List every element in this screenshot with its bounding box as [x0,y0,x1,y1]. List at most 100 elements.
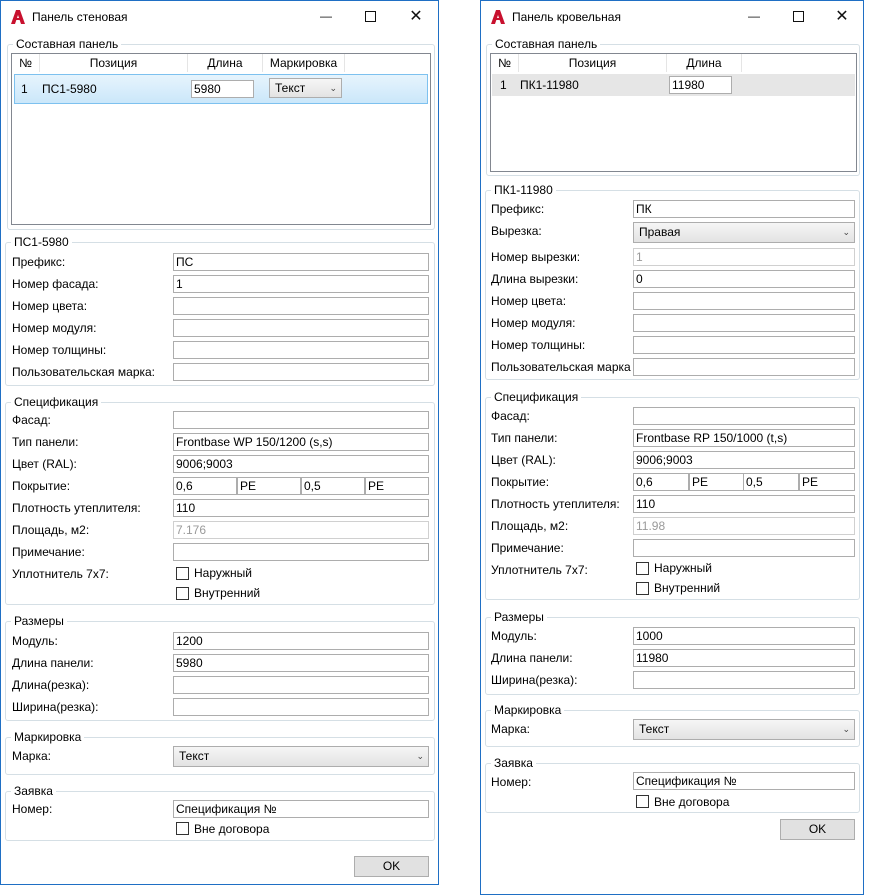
prefix-input[interactable]: ПС [173,253,429,271]
mark-label: Марка: [12,749,51,763]
cut-length-input[interactable] [173,676,429,694]
coating-type-2[interactable]: PE [799,473,855,491]
user-mark-input[interactable] [633,358,855,376]
close-icon[interactable]: ✕ [404,5,428,27]
seal-inner-label[interactable]: Внутренний [194,585,260,601]
panel-type-label: Тип панели: [491,431,558,445]
note-input[interactable] [633,539,855,557]
col-header-length[interactable]: Длина [667,54,742,72]
title-bar[interactable]: Панель кровельная — ✕ [481,1,863,32]
order-num-input[interactable]: Спецификация № [633,772,855,790]
seal-outer-checkbox[interactable] [176,567,189,580]
area-label: Площадь, м2: [491,519,569,533]
ral-color-input[interactable]: 9006;9003 [173,455,429,473]
ok-button[interactable]: OK [780,819,855,840]
outside-contract-label[interactable]: Вне договора [654,794,729,810]
coating-label: Покрытие: [491,475,550,489]
title-bar[interactable]: Панель стеновая — ✕ [1,1,438,32]
table-row[interactable]: 1 ПК1-11980 11980 [492,74,855,96]
wall-panel-window: Панель стеновая — ✕ Составная панель № П… [0,0,439,885]
maximize-icon[interactable] [358,5,382,27]
outside-contract-checkbox[interactable] [636,795,649,808]
coating-thickness-2[interactable]: 0,5 [743,473,799,491]
note-input[interactable] [173,543,429,561]
coating-type-1[interactable]: PE [689,473,745,491]
outside-contract-label[interactable]: Вне договора [194,821,269,837]
chevron-down-icon: ⌄ [416,751,424,761]
density-input[interactable]: 110 [173,499,429,517]
coating-type-2[interactable]: PE [365,477,429,495]
module-input[interactable]: 1200 [173,632,429,650]
order-num-input[interactable]: Спецификация № [173,800,429,818]
col-header-marking[interactable]: Маркировка [263,54,345,72]
col-header-num[interactable]: № [491,54,519,72]
module-num-input[interactable] [173,319,429,337]
coating-type-1[interactable]: PE [237,477,301,495]
outside-contract-checkbox[interactable] [176,822,189,835]
minimize-icon[interactable]: — [314,5,338,27]
table-row[interactable]: 1 ПС1-5980 5980 Текст ⌄ [14,74,428,104]
cut-width-input[interactable] [173,698,429,716]
mark-select[interactable]: Текст ⌄ [173,746,429,767]
seal-outer-label[interactable]: Наружный [654,560,712,576]
chevron-down-icon: ⌄ [329,83,337,93]
panel-length-label: Длина панели: [12,656,94,670]
thickness-num-label: Номер толщины: [491,338,586,352]
density-input[interactable]: 110 [633,495,855,513]
prefix-input[interactable]: ПК [633,200,855,218]
composite-grid[interactable]: № Позиция Длина 1 ПК1-11980 11980 [490,53,857,172]
area-label: Площадь, м2: [12,523,90,537]
cutout-num-label: Номер вырезки: [491,250,581,264]
composite-grid[interactable]: № Позиция Длина Маркировка 1 ПС1-5980 59… [11,53,431,225]
ral-color-label: Цвет (RAL): [491,453,556,467]
module-label: Модуль: [12,634,58,648]
facade-num-label: Номер фасада: [12,277,99,291]
minimize-icon[interactable]: — [742,5,766,27]
group-title: Спецификация [11,394,102,410]
facade-input[interactable] [173,411,429,429]
facade-input[interactable] [633,407,855,425]
row-length-input[interactable]: 11980 [669,76,732,94]
col-header-position[interactable]: Позиция [519,54,667,72]
panel-length-input[interactable]: 11980 [633,649,855,667]
autocad-icon [491,10,505,24]
mark-select[interactable]: Текст ⌄ [633,719,855,740]
module-num-label: Номер модуля: [12,321,97,335]
maximize-icon[interactable] [786,5,810,27]
coating-thickness-2[interactable]: 0,5 [301,477,365,495]
cutout-select[interactable]: Правая ⌄ [633,222,855,243]
seal-inner-checkbox[interactable] [176,587,189,600]
col-header-length[interactable]: Длина [188,54,263,72]
module-input[interactable]: 1000 [633,627,855,645]
facade-num-input[interactable]: 1 [173,275,429,293]
thickness-num-input[interactable] [173,341,429,359]
row-marking-select[interactable]: Текст ⌄ [269,78,342,98]
panel-length-input[interactable]: 5980 [173,654,429,672]
coating-thickness-1[interactable]: 0,6 [633,473,689,491]
seal-inner-checkbox[interactable] [636,582,649,595]
col-header-position[interactable]: Позиция [40,54,188,72]
row-length-input[interactable]: 5980 [191,80,254,98]
group-title: Составная панель [13,36,122,52]
color-num-input[interactable] [633,292,855,310]
panel-type-input[interactable]: Frontbase RP 150/1000 (t,s) [633,429,855,447]
seal-outer-label[interactable]: Наружный [194,565,252,581]
module-num-input[interactable] [633,314,855,332]
col-header-num[interactable]: № [12,54,40,72]
panel-type-input[interactable]: Frontbase WP 150/1200 (s,s) [173,433,429,451]
seal-outer-checkbox[interactable] [636,562,649,575]
cut-length-label: Длина(резка): [12,678,90,692]
group-title: ПС1-5980 [11,234,72,250]
cut-width-input[interactable] [633,671,855,689]
thickness-num-input[interactable] [633,336,855,354]
seal-label: Уплотнитель 7х7: [491,563,588,577]
ok-button[interactable]: OK [354,856,429,877]
ral-color-input[interactable]: 9006;9003 [633,451,855,469]
user-mark-input[interactable] [173,363,429,381]
color-num-input[interactable] [173,297,429,315]
cutout-length-input[interactable]: 0 [633,270,855,288]
coating-thickness-1[interactable]: 0,6 [173,477,237,495]
close-icon[interactable]: ✕ [830,5,854,27]
seal-inner-label[interactable]: Внутренний [654,580,720,596]
mark-select-value: Текст [639,722,670,736]
